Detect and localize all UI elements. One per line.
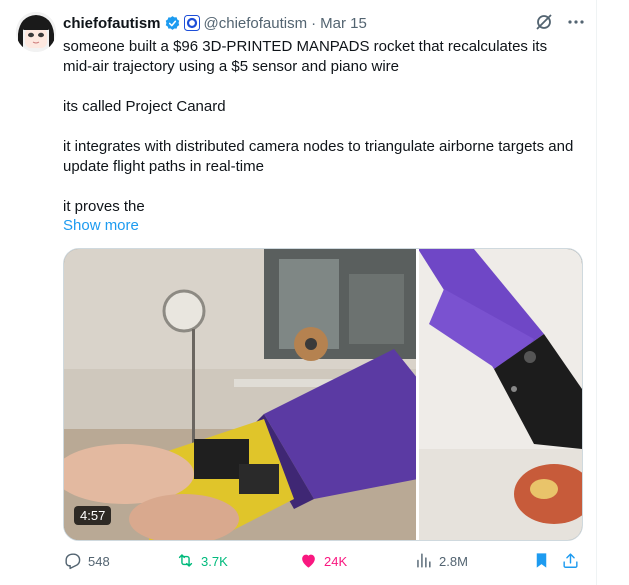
tweet-paragraph: it proves the [63,198,145,215]
verified-badge-icon [164,15,181,32]
avatar[interactable] [16,12,56,52]
bookmark-button[interactable] [532,552,551,572]
more-icon[interactable] [566,12,586,37]
video-thumbnail [64,249,582,540]
tweet-top-actions [534,12,586,37]
video-player[interactable]: 4:57 [63,248,583,541]
tweet-paragraph: someone built a $96 3D-PRINTED MANPADS r… [63,38,548,75]
video-duration-badge: 4:57 [74,506,112,525]
tweet[interactable]: chiefofautism @chiefofautism · Mar 15 so… [0,0,597,585]
repost-button[interactable]: 3.7K [176,552,228,572]
separator-dot: · [311,14,317,32]
tweet-paragraph: its called Project Canard [63,98,226,115]
like-icon [299,551,318,573]
tweet-header: chiefofautism @chiefofautism · Mar 15 [63,13,367,33]
tweet-action-bar: 548 3.7K 24K 2.8M [63,552,581,572]
right-rail-divider [596,0,629,585]
author-name[interactable]: chiefofautism [63,15,161,32]
tweet-text: someone built a $96 3D-PRINTED MANPADS r… [63,37,575,217]
reply-icon [63,551,82,573]
affiliate-badge-icon[interactable] [183,15,200,31]
grok-icon[interactable] [534,12,554,37]
views-count: 2.8M [439,554,468,569]
reply-button[interactable]: 548 [63,552,110,572]
tweet-paragraph: it integrates with distributed camera no… [63,138,574,175]
author-handle[interactable]: @chiefofautism [204,15,308,32]
views-button[interactable]: 2.8M [414,552,468,572]
like-button[interactable]: 24K [299,552,347,572]
repost-count: 3.7K [201,554,228,569]
show-more-link[interactable]: Show more [63,216,139,236]
repost-icon [176,551,195,573]
share-button[interactable] [561,552,580,572]
bookmark-icon [532,551,551,573]
like-count: 24K [324,554,348,569]
share-icon [561,551,580,573]
views-icon [414,551,433,573]
tweet-date[interactable]: Mar 15 [320,15,367,32]
reply-count: 548 [88,554,110,569]
